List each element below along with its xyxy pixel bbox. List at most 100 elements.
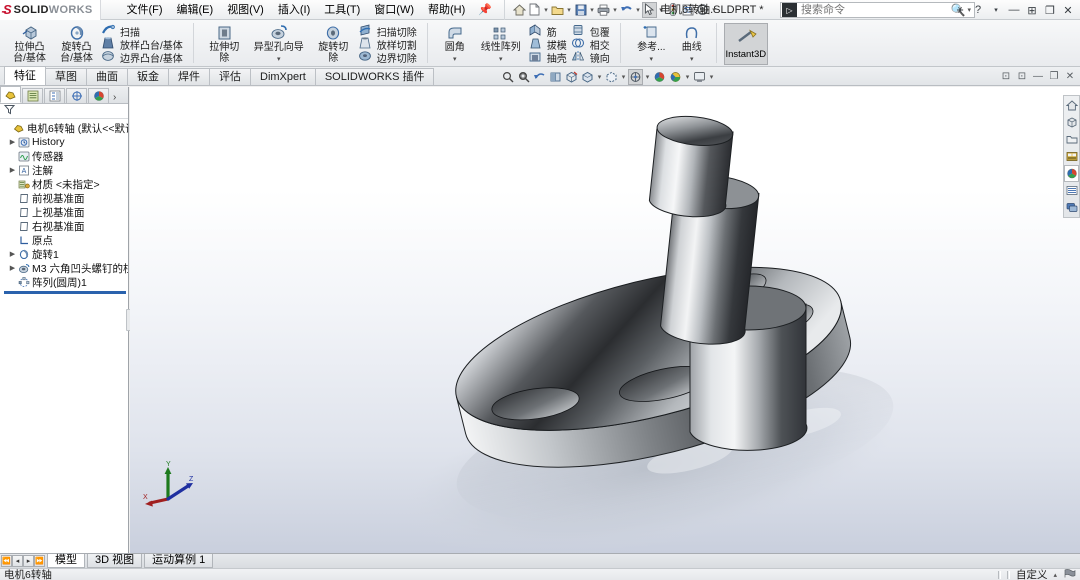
restore-doc-left-icon[interactable]: ⊡	[1000, 71, 1012, 82]
history-expander[interactable]: ▶	[8, 138, 17, 146]
configuration-manager-tab[interactable]	[44, 88, 65, 103]
hole-wizard-button[interactable]: 异型孔向导 ▾	[248, 22, 310, 63]
feature-tree-tab[interactable]	[0, 86, 21, 103]
counterbore-hole-expander[interactable]: ▶	[8, 264, 17, 272]
shell-button[interactable]: 抽壳	[527, 51, 570, 64]
menu-item-window[interactable]: 窗口(W)	[367, 1, 421, 19]
fillet-button[interactable]: 圆角 ▾	[435, 22, 475, 63]
tree-item-origin[interactable]: 原点	[2, 233, 128, 247]
tree-item-history[interactable]: ▶ History	[2, 135, 128, 149]
menu-item-file[interactable]: 文件(F)	[119, 1, 169, 19]
edit-appearance-caret-icon[interactable]: ▾	[644, 73, 651, 81]
feature-tree-filter[interactable]	[0, 104, 128, 119]
reference-geometry-button[interactable]: 参考... ▾	[628, 22, 675, 63]
appearances-scenes-icon[interactable]	[1064, 165, 1079, 182]
close-icon[interactable]: ✕	[1060, 1, 1076, 19]
property-manager-tab[interactable]	[22, 88, 43, 103]
undo-caret-icon[interactable]: ▾	[634, 6, 642, 14]
edit-appearance-icon[interactable]	[628, 69, 643, 85]
graphics-viewport[interactable]: Y X Z	[130, 87, 1080, 553]
tree-item-material[interactable]: 材质 <未指定>	[2, 177, 128, 191]
status-flag-icon[interactable]	[1063, 568, 1076, 580]
help-caret-icon[interactable]: ▾	[988, 1, 1004, 19]
maximize-doc-icon[interactable]: ❐	[1048, 71, 1060, 82]
tree-item-counterbore-hole[interactable]: ▶ M3 六角凹头螺钉的柱形沉	[2, 261, 128, 275]
revolve1-expander[interactable]: ▶	[8, 250, 17, 258]
tab-weldments[interactable]: 焊件	[168, 68, 210, 85]
tab-sheet-metal[interactable]: 钣金	[127, 68, 169, 85]
hide-show-items-icon[interactable]	[604, 69, 619, 85]
last-tab-icon[interactable]: ⏩	[34, 555, 45, 567]
tree-item-right-plane[interactable]: 右视基准面	[2, 219, 128, 233]
view-settings-caret-icon[interactable]: ▾	[684, 73, 691, 81]
next-tab-icon[interactable]: ▸	[23, 555, 34, 567]
reference-geometry-caret-icon[interactable]: ▾	[650, 55, 654, 63]
boundary-cut-button[interactable]: 边界切除	[357, 51, 420, 64]
restore-icon[interactable]: ❐	[1042, 1, 1058, 19]
menu-item-insert[interactable]: 插入(I)	[271, 1, 317, 19]
home-icon[interactable]	[512, 2, 527, 18]
file-explorer-icon[interactable]	[1064, 131, 1079, 148]
apply-scene-icon[interactable]	[652, 69, 667, 85]
menu-item-view[interactable]: 视图(V)	[220, 1, 271, 19]
section-view-icon[interactable]	[548, 69, 563, 85]
display-manager-tab[interactable]	[88, 88, 109, 103]
revolved-cut-button[interactable]: 旋转切除	[310, 22, 357, 64]
maximize-icon[interactable]: ⊞	[1024, 1, 1040, 19]
viewport-layout-icon[interactable]	[692, 69, 707, 85]
status-custom-caret-icon[interactable]: ▴	[1053, 571, 1057, 579]
mirror-button[interactable]: 镜向	[570, 51, 613, 64]
search-command-box[interactable]: ▷ 🔍 ▾	[780, 2, 975, 18]
status-custom-label[interactable]: 自定义	[1016, 567, 1048, 580]
extruded-boss-button[interactable]: 拉伸凸台/基体	[6, 22, 53, 64]
menu-item-edit[interactable]: 编辑(E)	[170, 1, 221, 19]
restore-doc-right-icon[interactable]: ⊡	[1016, 71, 1028, 82]
display-style-icon[interactable]	[580, 69, 595, 85]
minimize-icon[interactable]: —	[1006, 1, 1022, 19]
open-folder-icon[interactable]	[550, 2, 565, 18]
tab-sketch[interactable]: 草图	[45, 68, 87, 85]
curves-caret-icon[interactable]: ▾	[690, 55, 694, 63]
tree-item-root[interactable]: 电机6转轴 (默认<<默认>_显示	[2, 121, 128, 135]
solidworks-resources-icon[interactable]	[1064, 97, 1079, 114]
open-folder-caret-icon[interactable]: ▾	[565, 6, 573, 14]
view-palette-icon[interactable]	[1064, 148, 1079, 165]
bottom-tab-motion-study[interactable]: 运动算例 1	[144, 554, 213, 568]
rollback-bar[interactable]	[4, 291, 126, 294]
extruded-cut-button[interactable]: 拉伸切除	[201, 22, 248, 64]
tree-item-circular-pattern[interactable]: 阵列(圆周)1	[2, 275, 128, 289]
minimize-doc-icon[interactable]: —	[1032, 71, 1044, 82]
boundary-boss-button[interactable]: 边界凸台/基体	[100, 51, 186, 64]
model-render[interactable]	[130, 87, 1080, 553]
new-document-caret-icon[interactable]: ▾	[542, 6, 550, 14]
zoom-area-icon[interactable]	[516, 69, 531, 85]
curves-button[interactable]: 曲线 ▾	[675, 22, 709, 63]
menu-item-tools[interactable]: 工具(T)	[317, 1, 367, 19]
user-account-icon[interactable]: ⚹	[952, 1, 968, 19]
pushpin-icon[interactable]: 📌	[472, 3, 498, 16]
more-tabs-icon[interactable]: ›	[110, 92, 116, 103]
tab-solidworks-addins[interactable]: SOLIDWORKS 插件	[315, 68, 435, 85]
tab-surfaces[interactable]: 曲面	[86, 68, 128, 85]
hide-show-caret-icon[interactable]: ▾	[620, 73, 627, 81]
prev-tab-icon[interactable]: ◂	[12, 555, 23, 567]
save-icon[interactable]	[573, 2, 588, 18]
linear-pattern-caret-icon[interactable]: ▾	[499, 55, 503, 63]
custom-properties-icon[interactable]	[1064, 182, 1079, 199]
first-tab-icon[interactable]: ⏪	[1, 555, 12, 567]
close-doc-icon[interactable]: ✕	[1064, 71, 1076, 82]
view-settings-icon[interactable]	[668, 69, 683, 85]
display-style-caret-icon[interactable]: ▾	[596, 73, 603, 81]
save-caret-icon[interactable]: ▾	[588, 6, 596, 14]
shaft-top[interactable]	[648, 113, 735, 220]
fillet-caret-icon[interactable]: ▾	[453, 55, 457, 63]
print-icon[interactable]	[596, 2, 611, 18]
annotations-expander[interactable]: ▶	[8, 166, 17, 174]
tab-features[interactable]: 特征	[4, 66, 46, 85]
instant3d-button[interactable]: Instant3D	[724, 23, 768, 65]
bottom-tab-3d-views[interactable]: 3D 视图	[87, 554, 142, 568]
new-document-icon[interactable]	[527, 2, 542, 18]
view-orientation-icon[interactable]	[564, 69, 579, 85]
menu-item-help[interactable]: 帮助(H)	[421, 1, 472, 19]
bottom-tab-model[interactable]: 模型	[47, 554, 85, 568]
